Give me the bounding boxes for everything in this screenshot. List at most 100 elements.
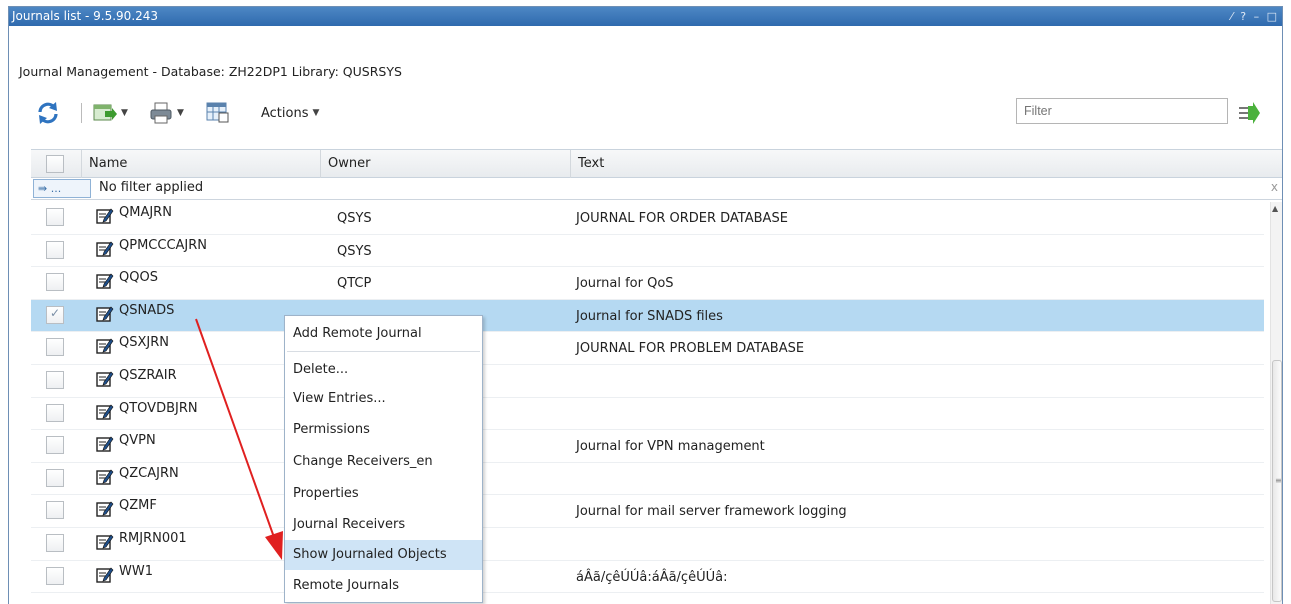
context-menu: Add Remote Journal Delete... View Entries.… [284, 315, 483, 603]
table-row[interactable]: QVPN Journal for VPN management [31, 430, 1264, 463]
row-checkbox[interactable] [46, 403, 64, 422]
scroll-up-icon[interactable]: ▲ [1272, 204, 1278, 213]
filter-options-button[interactable]: ⇛ ... [33, 179, 91, 198]
row-checkbox[interactable] [46, 240, 64, 259]
row-checkbox[interactable] [46, 305, 64, 324]
grip-icon: ≡ [1275, 476, 1282, 485]
row-checkbox[interactable] [46, 208, 64, 226]
table-row[interactable]: QZMF Journal for mail server framework lo… [31, 495, 1264, 528]
pin-icon[interactable]: ⁄ [1230, 7, 1235, 26]
journal-name[interactable]: QVPN [119, 433, 156, 448]
chevron-down-icon: ▼ [177, 108, 184, 118]
maximize-icon[interactable]: □ [1266, 7, 1279, 26]
journal-name[interactable]: QTOVDBJRN [119, 401, 198, 416]
toolbar-separator [81, 103, 82, 123]
filter-input[interactable] [1016, 98, 1228, 124]
select-all-checkbox[interactable] [46, 155, 64, 173]
journal-text: Journal for VPN management [576, 439, 765, 455]
journal-icon [96, 306, 114, 322]
table-row[interactable]: QZCAJRN [31, 463, 1264, 496]
help-icon[interactable]: ? [1239, 7, 1248, 26]
menu-item[interactable]: Journal Receivers [285, 510, 482, 540]
column-header-text[interactable]: Text [570, 150, 1282, 178]
journal-icon [96, 273, 114, 289]
row-checkbox[interactable] [46, 501, 64, 520]
journal-name[interactable]: QSZRAIR [119, 368, 177, 383]
apply-filter-button[interactable] [1237, 98, 1261, 128]
filter-status-row: ⇛ ... No filter applied x [31, 178, 1282, 200]
refresh-button[interactable] [35, 98, 61, 128]
row-checkbox[interactable] [46, 534, 64, 552]
toolbar: ▼ ▼ Actions ▼ [9, 95, 1282, 131]
journal-icon [96, 567, 114, 583]
journal-name[interactable]: QSXJRN [119, 335, 169, 350]
row-checkbox[interactable] [46, 371, 64, 389]
filter-status-text: No filter applied [99, 180, 204, 195]
row-checkbox[interactable] [46, 273, 64, 292]
row-checkbox[interactable] [46, 338, 64, 357]
table-row[interactable]: QSZRAIR [31, 365, 1264, 398]
table-row[interactable]: WW1 áÂã/çêÚÚâ:áÂã/çêÚÚâ: [31, 561, 1264, 594]
journal-icon [96, 371, 114, 387]
chevron-down-icon: ▼ [121, 108, 128, 118]
table-row[interactable]: RMJRN001 [31, 528, 1264, 561]
table-settings-button[interactable] [206, 98, 230, 128]
journal-icon [96, 436, 114, 452]
vertical-scrollbar[interactable]: ▲ ≡ [1270, 202, 1282, 604]
menu-item[interactable]: Delete... [285, 355, 482, 385]
journal-name[interactable]: QZMF [119, 498, 157, 513]
menu-item[interactable]: View Entries... [285, 384, 482, 414]
actions-menu-button[interactable]: Actions ▼ [261, 98, 319, 128]
menu-item[interactable]: Change Receivers_en [285, 447, 482, 477]
journal-name[interactable]: WW1 [119, 564, 153, 579]
journal-text: Journal for mail server framework loggin… [576, 504, 847, 520]
column-header-owner[interactable]: Owner [320, 150, 570, 178]
journal-text: JOURNAL FOR ORDER DATABASE [576, 211, 788, 226]
journal-name[interactable]: QZCAJRN [119, 466, 179, 481]
minimize-icon[interactable]: – [1253, 7, 1262, 26]
table-row[interactable]: QSNADS Journal for SNADS files [31, 299, 1264, 333]
menu-item[interactable]: Add Remote Journal [285, 319, 482, 349]
table-row[interactable]: QQOS QTCP Journal for QoS [31, 267, 1264, 300]
table-header: Name Owner Text [31, 150, 1282, 178]
journal-name[interactable]: QMAJRN [119, 205, 172, 220]
table-body: QMAJRN QSYS JOURNAL FOR ORDER DATABASE QPMC… [31, 202, 1264, 604]
row-checkbox[interactable] [46, 566, 64, 585]
journal-text: JOURNAL FOR PROBLEM DATABASE [576, 341, 805, 357]
table-settings-icon [206, 102, 229, 123]
menu-item[interactable]: Permissions [285, 415, 482, 445]
journal-icon [96, 338, 114, 355]
journal-name[interactable]: RMJRN001 [119, 531, 187, 546]
close-icon[interactable]: x [1271, 180, 1278, 194]
journal-name[interactable]: QPMCCCAJRN [119, 238, 207, 253]
menu-item[interactable]: Show Journaled Objects [285, 540, 482, 570]
menu-item[interactable]: Remote Journals [285, 571, 482, 601]
window-titlebar[interactable]: Journals list - 9.5.90.243 ⁄ ? – □ [9, 7, 1282, 26]
scroll-thumb[interactable]: ≡ [1272, 360, 1282, 602]
print-button[interactable]: ▼ [149, 98, 184, 128]
row-checkbox[interactable] [46, 436, 64, 455]
journal-icon [96, 469, 114, 485]
refresh-icon [38, 102, 58, 124]
row-checkbox[interactable] [46, 468, 64, 487]
menu-item[interactable]: Properties [285, 479, 482, 509]
window-title: Journals list - 9.5.90.243 [12, 9, 159, 23]
journal-name[interactable]: QQOS [119, 270, 158, 285]
table-row[interactable]: QMAJRN QSYS JOURNAL FOR ORDER DATABASE [31, 202, 1264, 235]
journal-owner: QSYS [337, 243, 372, 259]
column-header-name[interactable]: Name [81, 150, 320, 178]
menu-divider [287, 351, 480, 352]
journal-icon [96, 208, 114, 224]
table-row[interactable]: QSXJRN JOURNAL FOR PROBLEM DATABASE [31, 332, 1264, 365]
actions-label: Actions [261, 105, 309, 121]
table-row[interactable]: QTOVDBJRN [31, 398, 1264, 431]
journal-owner: QTCP [337, 276, 372, 292]
page-subtitle: Journal Management - Database: ZH22DP1 L… [19, 64, 402, 79]
journals-window: Journals list - 9.5.90.243 ⁄ ? – □ Journ… [8, 6, 1283, 604]
journal-name[interactable]: QSNADS [119, 303, 174, 318]
journal-owner: QSYS [337, 211, 372, 226]
export-button[interactable]: ▼ [93, 98, 128, 128]
journal-icon [96, 241, 114, 257]
table-row[interactable]: QPMCCCAJRN QSYS [31, 235, 1264, 268]
journal-text: Journal for SNADS files [576, 308, 723, 324]
